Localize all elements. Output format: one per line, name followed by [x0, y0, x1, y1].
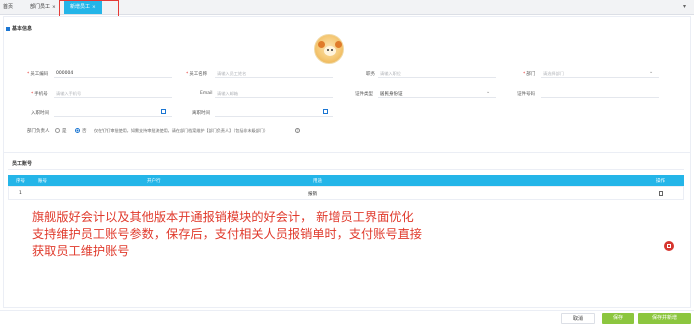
avatar[interactable]	[314, 34, 344, 64]
tab-new-employee[interactable]: 新增员工 ×	[64, 0, 102, 14]
leave-date-label: 离职时间	[192, 111, 210, 116]
col-purpose-header: 用途	[313, 179, 322, 184]
hire-date-label: 入职时间	[31, 111, 49, 116]
id-number-input[interactable]	[541, 88, 659, 98]
account-table-header	[8, 175, 684, 186]
tab-department-employees-label: 部门员工	[30, 4, 51, 10]
hire-date-picker[interactable]	[54, 107, 172, 117]
position-placeholder: 请输入职位	[380, 71, 401, 76]
col-account-header: 账号	[38, 179, 47, 184]
section-divider	[4, 152, 690, 153]
department-label: *部门	[523, 72, 536, 77]
email-label: Email	[200, 91, 213, 96]
account-section-title: 员工账号	[12, 161, 33, 167]
employee-code-value: 000004	[56, 71, 74, 76]
chevron-down-icon[interactable]: ⌄	[486, 89, 490, 95]
avatar-eye-left	[327, 49, 329, 51]
form-page	[3, 16, 691, 308]
dept-head-no-label: 否	[82, 129, 87, 134]
row-bank-input[interactable]	[147, 189, 297, 197]
phone-label: *手机号	[31, 92, 48, 97]
account-divider	[8, 169, 684, 170]
save-button[interactable]: 保存	[602, 313, 634, 324]
save-and-new-button[interactable]: 保存并新增	[638, 313, 691, 324]
tab-home[interactable]: 首页	[3, 0, 13, 14]
chevron-down-icon[interactable]: ▾	[683, 3, 686, 10]
dept-head-yes-label: 是	[62, 129, 67, 134]
position-label: 职务	[366, 72, 375, 77]
tab-bar	[0, 0, 694, 15]
basic-info-title-text: 基本信息	[12, 26, 33, 32]
col-index-header: 序号	[16, 179, 25, 184]
row-purpose-value[interactable]: 报销	[308, 191, 317, 197]
basic-info-title: 基本信息	[6, 25, 32, 32]
phone-placeholder: 请输入手机号	[56, 91, 82, 96]
dept-head-label: 部门负责人	[27, 129, 50, 134]
tab-home-label: 首页	[3, 4, 14, 10]
section-icon	[6, 26, 10, 31]
avatar-ear-right	[335, 41, 342, 48]
avatar-face	[324, 46, 336, 56]
close-icon[interactable]: ×	[52, 5, 56, 10]
employee-name-label: *员工名称	[186, 72, 208, 77]
chevron-down-icon[interactable]: ⌄	[649, 69, 653, 75]
row-index: 1	[19, 191, 22, 196]
avatar-ear-left	[318, 41, 325, 48]
dept-head-no-radio[interactable]	[75, 128, 80, 133]
dept-head-yes-radio[interactable]	[55, 128, 60, 133]
avatar-eye-right	[331, 49, 333, 51]
leave-date-picker[interactable]	[215, 107, 333, 117]
calendar-icon[interactable]	[161, 109, 166, 114]
help-icon[interactable]: ?	[295, 128, 300, 133]
annotation-line-1: 旗舰版好会计以及其他版本开通报销模块的好会计， 新增员工界面优化	[32, 210, 414, 224]
delete-icon[interactable]	[659, 191, 663, 196]
col-action-header: 操作	[656, 179, 665, 184]
employee-code-label: *员工编码	[27, 72, 49, 77]
annotation-line-3: 获取员工维护账号	[32, 244, 130, 258]
employee-name-placeholder: 请输入员工姓名	[217, 71, 247, 76]
id-number-label: 证件号码	[517, 92, 535, 97]
chat-icon	[667, 244, 671, 248]
email-placeholder: 请输入邮箱	[217, 91, 238, 96]
col-bank-header: 开户行	[147, 179, 161, 184]
dept-head-hint: 仅在钉钉审批使用，如需支持审批流使用，请在部门档案维护【部门负责人】（包括非末级…	[94, 128, 268, 133]
tab-new-employee-label: 新增员工	[70, 4, 91, 10]
tab-department-employees[interactable]: 部门员工 ×	[30, 0, 56, 14]
id-type-label: 证件类型	[355, 92, 373, 97]
close-icon[interactable]: ×	[92, 5, 96, 10]
row-account-input[interactable]	[38, 189, 138, 197]
department-placeholder: 请选择部门	[543, 71, 564, 76]
id-type-value: 居民身份证	[380, 92, 403, 97]
annotation-line-2: 支持维护员工账号参数，保存后，支付相关人员报销单时，支付账号直接	[32, 227, 422, 241]
cancel-button[interactable]: 取消	[561, 313, 595, 324]
calendar-icon[interactable]	[323, 109, 328, 114]
